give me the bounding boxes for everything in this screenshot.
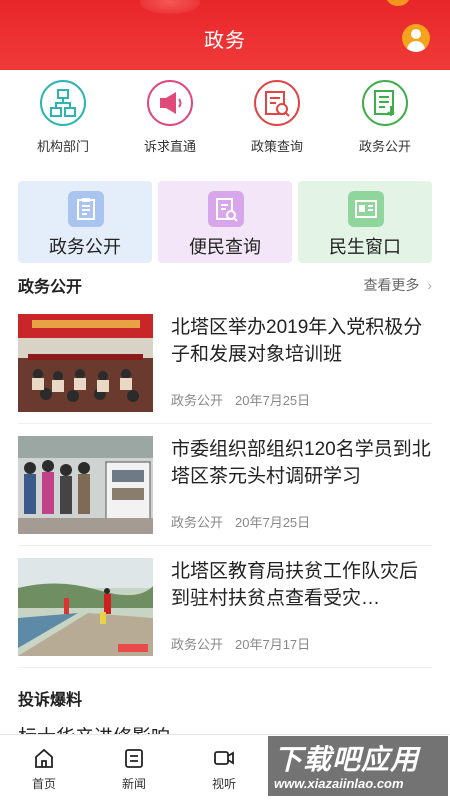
tab-news[interactable]: 新闻 xyxy=(104,747,164,792)
category-tiles: 政务公开 便民查询 民生窗口 xyxy=(18,181,432,263)
quick-action-label: 诉求直通 xyxy=(143,139,196,154)
section-title-complaints: 投诉爆料 xyxy=(18,692,83,709)
app-header: 政务 xyxy=(0,0,450,70)
quick-action-label: 政策查询 xyxy=(250,139,303,154)
news-date: 20年7月17日 xyxy=(235,637,311,652)
megaphone-icon xyxy=(147,80,193,126)
section-title: 政务公开 xyxy=(18,279,83,296)
news-meta: 政务公开 20年7月25日 xyxy=(171,390,310,409)
quick-action-appeal[interactable]: 诉求直通 xyxy=(125,80,215,155)
document-search-icon xyxy=(254,80,300,126)
news-date: 20年7月25日 xyxy=(235,515,311,530)
tab-video[interactable]: 视听 xyxy=(194,747,254,792)
partial-list-item[interactable]: 标士华产进修影响 xyxy=(18,722,170,734)
site-watermark: 下载吧应用 www.xiazaiinlao.com xyxy=(268,736,448,796)
org-chart-icon xyxy=(40,80,86,126)
news-meta: 政务公开 20年7月17日 xyxy=(171,634,310,653)
news-thumbnail xyxy=(18,314,153,412)
news-source: 政务公开 xyxy=(171,515,224,530)
view-more-label: 查看更多 xyxy=(363,277,420,293)
news-title: 北塔区教育局扶贫工作队灾后到驻村扶贫点查看受灾… xyxy=(171,561,419,609)
quick-action-open-gov[interactable]: 政务公开 xyxy=(340,80,430,155)
home-icon xyxy=(33,747,55,769)
news-icon xyxy=(123,747,145,769)
news-meta: 政务公开 20年7月25日 xyxy=(171,512,310,531)
tile-label: 政务公开 xyxy=(49,237,121,257)
news-source: 政务公开 xyxy=(171,637,224,652)
watermark-title: 下载吧应用 xyxy=(274,744,420,775)
view-more-link[interactable]: 查看更多 › xyxy=(363,275,432,295)
news-thumbnail xyxy=(18,558,153,656)
tab-home[interactable]: 首页 xyxy=(14,747,74,792)
header-decoration-accent xyxy=(386,0,410,6)
clipboard-icon xyxy=(68,191,104,227)
quick-action-policy[interactable]: 政策查询 xyxy=(232,80,322,155)
tab-label: 新闻 xyxy=(121,777,146,791)
quick-actions: 机构部门 诉求直通 政策查询 政务公开 xyxy=(0,80,450,160)
id-card-icon xyxy=(348,191,384,227)
news-title: 市委组织部组织120名学员到北塔区茶元头村调研学习 xyxy=(171,439,431,487)
tab-label: 视听 xyxy=(211,777,236,791)
news-source: 政务公开 xyxy=(171,393,224,408)
search-doc-icon xyxy=(208,191,244,227)
tile-livelihood-window[interactable]: 民生窗口 xyxy=(298,181,432,263)
news-date: 20年7月25日 xyxy=(235,393,311,408)
quick-action-label: 机构部门 xyxy=(36,139,89,154)
tile-label: 便民查询 xyxy=(189,237,261,257)
chevron-right-icon: › xyxy=(427,277,432,293)
news-item[interactable]: 市委组织部组织120名学员到北塔区茶元头村调研学习 政务公开 20年7月25日 xyxy=(18,436,432,546)
tile-convenience-query[interactable]: 便民查询 xyxy=(158,181,292,263)
tile-open-gov[interactable]: 政务公开 xyxy=(18,181,152,263)
news-title: 北塔区举办2019年入党积极分子和发展对象培训班 xyxy=(171,317,423,365)
video-icon xyxy=(213,747,235,769)
quick-action-org[interactable]: 机构部门 xyxy=(18,80,108,155)
open-document-icon xyxy=(362,80,408,126)
news-item[interactable]: 北塔区教育局扶贫工作队灾后到驻村扶贫点查看受灾… 政务公开 20年7月17日 xyxy=(18,558,432,668)
tile-label: 民生窗口 xyxy=(329,237,401,257)
quick-action-label: 政务公开 xyxy=(358,139,411,154)
user-avatar-icon[interactable] xyxy=(402,24,430,52)
header-decoration xyxy=(140,0,200,14)
news-item[interactable]: 北塔区举办2019年入党积极分子和发展对象培训班 政务公开 20年7月25日 xyxy=(18,314,432,424)
watermark-url: www.xiazaiinlao.com xyxy=(274,776,404,791)
page-title: 政务 xyxy=(204,30,246,52)
tab-label: 首页 xyxy=(31,777,56,791)
news-thumbnail xyxy=(18,436,153,534)
section-header: 政务公开 查看更多 › xyxy=(18,273,432,297)
